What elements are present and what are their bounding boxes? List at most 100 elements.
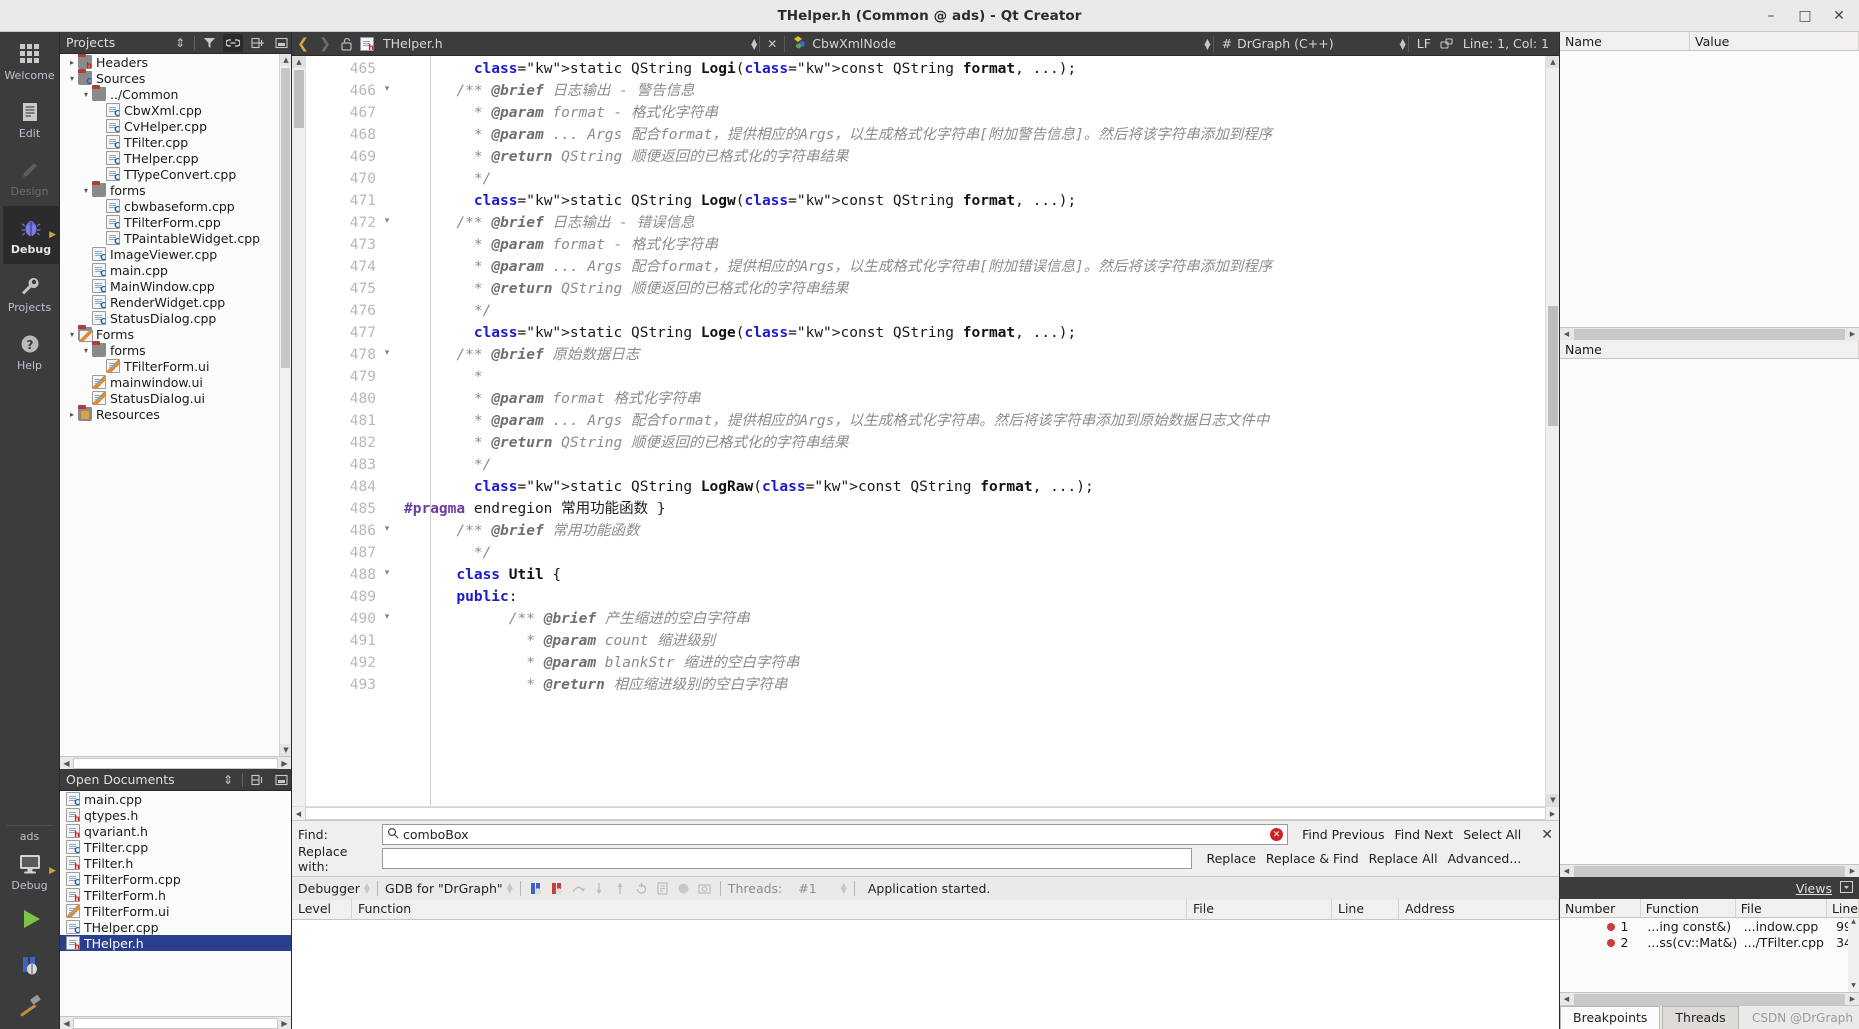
build-button[interactable] bbox=[0, 989, 59, 1029]
close-document-icon[interactable]: ✕ bbox=[762, 35, 782, 53]
split-icon[interactable] bbox=[247, 771, 267, 789]
hscroll-track[interactable] bbox=[1574, 993, 1845, 1005]
tree-twisty-icon[interactable]: ▸ bbox=[66, 410, 78, 419]
cursor-position-label[interactable]: Line: 1, Col: 1 bbox=[1457, 32, 1559, 56]
breakpoints-view[interactable]: Number Function File Line 1 ...ing const&… bbox=[1560, 899, 1859, 1005]
project-tree-item[interactable]: TFilterForm.cpp bbox=[60, 214, 291, 230]
editor-fold-marker[interactable] bbox=[380, 122, 398, 144]
project-tree-item[interactable]: TPaintableWidget.cpp bbox=[60, 230, 291, 246]
threads-dropdown-icon[interactable]: ▲ ▼ bbox=[821, 882, 847, 895]
project-tree-item[interactable]: ▾ Forms bbox=[60, 325, 291, 342]
open-document-item[interactable]: main.cpp bbox=[60, 791, 291, 807]
stack-col-function[interactable]: Function bbox=[352, 899, 1187, 919]
hscroll-right-icon[interactable]: ▶ bbox=[1846, 995, 1859, 1003]
expressions-view[interactable]: Name ◀ ▶ bbox=[1560, 340, 1859, 877]
editor-fold-marker[interactable] bbox=[380, 188, 398, 210]
replace-input[interactable] bbox=[382, 848, 1193, 869]
breakpoints-hscroll[interactable]: ◀ ▶ bbox=[1560, 992, 1859, 1005]
symbol-selector[interactable]: CbwXmlNode bbox=[787, 32, 902, 56]
project-tree-item[interactable]: StatusDialog.cpp bbox=[60, 310, 291, 326]
expressions-rows[interactable] bbox=[1560, 359, 1859, 864]
open-document-item[interactable]: TFilterForm.cpp bbox=[60, 871, 291, 887]
project-tree-item[interactable]: THelper.cpp bbox=[60, 150, 291, 166]
scroll-up-icon[interactable]: ▲ bbox=[292, 56, 306, 68]
project-tree-item[interactable]: MainWindow.cpp bbox=[60, 278, 291, 294]
hscroll-left-icon[interactable]: ◀ bbox=[1560, 330, 1573, 338]
editor-code[interactable]: class="kw">static QString Logi(class="kw… bbox=[398, 56, 1545, 806]
mode-projects[interactable]: Projects bbox=[0, 264, 59, 322]
close-find-panel-icon[interactable]: ✕ bbox=[1541, 827, 1553, 843]
project-tree-item[interactable]: StatusDialog.ui bbox=[60, 390, 291, 406]
bp-col-line[interactable]: Line bbox=[1827, 899, 1859, 917]
editor-left-scrollbar[interactable]: ▲ bbox=[292, 56, 306, 806]
editor-fold-marker[interactable] bbox=[380, 430, 398, 452]
tree-twisty-icon[interactable]: ▸ bbox=[66, 58, 78, 67]
scroll-thumb[interactable] bbox=[294, 70, 304, 128]
open-document-item[interactable]: TFilter.h bbox=[60, 855, 291, 871]
context-selector[interactable]: # DrGraph (C++) bbox=[1216, 32, 1340, 56]
editor-fold-marker[interactable] bbox=[380, 628, 398, 650]
locals-view[interactable]: Name Value ◀ ▶ bbox=[1560, 32, 1859, 340]
editor-fold-marker[interactable] bbox=[380, 672, 398, 694]
editor-vertical-scrollbar[interactable]: ▲ ▼ bbox=[1545, 56, 1559, 806]
editor-fold-marker[interactable] bbox=[380, 144, 398, 166]
minimize-panel-icon[interactable] bbox=[271, 771, 291, 789]
tree-twisty-icon[interactable]: ▾ bbox=[66, 74, 78, 83]
views-dropdown-icon[interactable] bbox=[1840, 880, 1853, 896]
select-all-button[interactable]: Select All bbox=[1463, 827, 1521, 842]
tree-twisty-icon[interactable]: ▾ bbox=[80, 346, 92, 355]
open-document-item[interactable]: THelper.h bbox=[60, 935, 291, 951]
run-configuration-selector[interactable]: Debug ▶ bbox=[0, 845, 59, 897]
editor-fold-marker[interactable]: ▾ bbox=[380, 606, 398, 628]
scroll-thumb[interactable] bbox=[281, 68, 290, 368]
editor-fold-marker[interactable] bbox=[380, 496, 398, 518]
locals-hscroll[interactable]: ◀ ▶ bbox=[1560, 327, 1859, 340]
tree-twisty-icon[interactable]: ▾ bbox=[80, 90, 92, 99]
editor-fold-marker[interactable]: ▾ bbox=[380, 518, 398, 540]
locals-col-value[interactable]: Value bbox=[1690, 32, 1859, 50]
maximize-button[interactable]: □ bbox=[1791, 4, 1819, 28]
hscroll-right-icon[interactable]: ▶ bbox=[1846, 867, 1859, 875]
editor-fold-marker[interactable] bbox=[380, 298, 398, 320]
hscroll-left-icon[interactable]: ◀ bbox=[1560, 995, 1573, 1003]
open-document-item[interactable]: qtypes.h bbox=[60, 807, 291, 823]
replace-and-find-button[interactable]: Replace & Find bbox=[1266, 851, 1359, 866]
stack-col-file[interactable]: File bbox=[1187, 899, 1332, 919]
breakpoint-row[interactable]: 2...ss(cv::Mat&).../TFilter.cpp345 bbox=[1560, 934, 1859, 950]
project-tree-item[interactable]: RenderWidget.cpp bbox=[60, 294, 291, 310]
stack-view[interactable]: Level Function File Line Address bbox=[292, 899, 1559, 1029]
locals-col-name[interactable]: Name bbox=[1560, 32, 1690, 50]
scroll-up-icon[interactable]: ▲ bbox=[280, 54, 291, 66]
editor-fold-marker[interactable] bbox=[380, 364, 398, 386]
hscroll-right-icon[interactable]: ▶ bbox=[278, 759, 291, 768]
tree-twisty-icon[interactable]: ▾ bbox=[66, 330, 78, 339]
bp-col-number[interactable]: Number bbox=[1560, 899, 1641, 917]
editor-fold-marker[interactable] bbox=[380, 320, 398, 342]
hscroll-left-icon[interactable]: ◀ bbox=[60, 1019, 73, 1028]
project-tree-item[interactable]: TTypeConvert.cpp bbox=[60, 166, 291, 182]
hscroll-track[interactable] bbox=[73, 757, 278, 769]
project-tree-item[interactable]: TFilter.cpp bbox=[60, 134, 291, 150]
hscroll-track[interactable] bbox=[305, 806, 1546, 820]
scroll-down-icon[interactable]: ▼ bbox=[1546, 793, 1559, 806]
editor-fold-marker[interactable] bbox=[380, 452, 398, 474]
run-button[interactable] bbox=[0, 897, 59, 945]
find-input[interactable]: comboBox ✕ bbox=[382, 824, 1289, 845]
mode-debug[interactable]: Debug ▶ bbox=[0, 206, 59, 264]
bp-col-file[interactable]: File bbox=[1736, 899, 1827, 917]
scroll-up-icon[interactable]: ▲ bbox=[1848, 918, 1859, 928]
project-tree-item[interactable]: ▾ forms bbox=[60, 341, 291, 358]
editor-fold-marker[interactable] bbox=[380, 650, 398, 672]
breakpoints-rows[interactable]: 1...ing const&)...indow.cpp9972...ss(cv:… bbox=[1560, 918, 1859, 992]
hscroll-left-icon[interactable]: ◀ bbox=[1560, 867, 1573, 875]
project-tree-item[interactable]: TFilterForm.ui bbox=[60, 358, 291, 374]
editor-viewport[interactable]: ▲ 465 466 467 468 469 470 471 472 473 474 475 476 47… bbox=[292, 56, 1559, 806]
open-document-item[interactable]: TFilter.cpp bbox=[60, 839, 291, 855]
stack-col-address[interactable]: Address bbox=[1399, 899, 1559, 919]
minimize-panel-icon[interactable] bbox=[271, 34, 291, 52]
editor-fold-marker[interactable]: ▾ bbox=[380, 562, 398, 584]
bp-col-function[interactable]: Function bbox=[1641, 899, 1736, 917]
close-button[interactable]: ✕ bbox=[1825, 4, 1853, 28]
project-tree-item[interactable]: CvHelper.cpp bbox=[60, 118, 291, 134]
link-icon[interactable] bbox=[223, 33, 243, 52]
